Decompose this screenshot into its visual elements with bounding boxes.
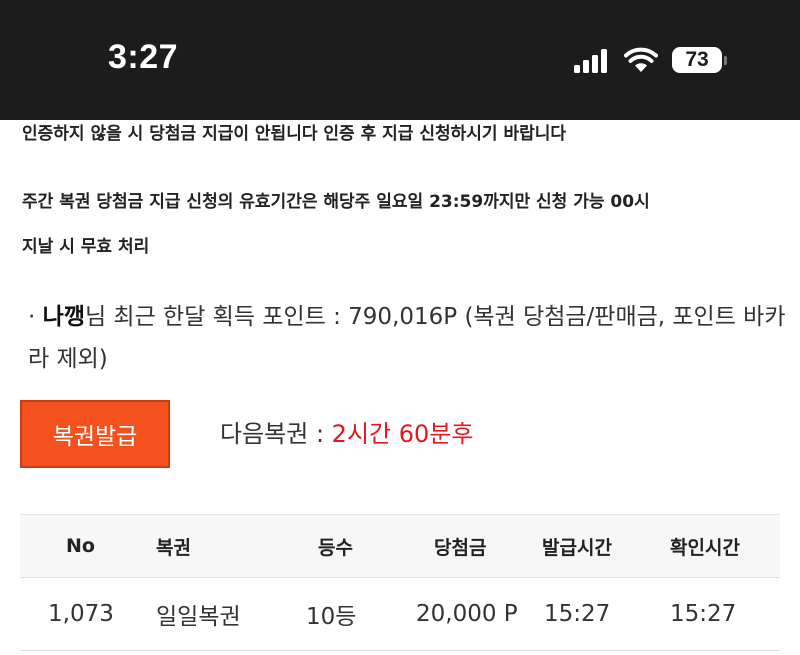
points-text: 님 최근 한달 획득 포인트 : 790,016P (복권 당첨금/판매금, 포… <box>28 304 786 372</box>
cell-issue-time: 15:27 <box>544 601 611 627</box>
notice-line-2: 주간 복권 당첨금 지급 신청의 유효기간은 해당주 일요일 23:59까지만 … <box>22 192 650 212</box>
status-bar: 3:27 73 <box>0 0 800 120</box>
next-lottery-time: 2시간 60분후 <box>331 420 474 448</box>
nickname: 나깽 <box>42 304 85 330</box>
cell-prize: 20,000 P <box>416 601 518 627</box>
cell-check-time: 15:27 <box>670 601 737 627</box>
lottery-table: No 복권 등수 당첨금 발급시간 확인시간 1,073 일일복권 10등 20… <box>20 514 780 651</box>
header-no: No <box>66 535 95 557</box>
wifi-icon <box>624 47 658 72</box>
bullet: · <box>28 304 36 330</box>
next-lottery-info: 다음복권 : 2시간 60분후 <box>220 414 473 449</box>
status-indicators: 73 <box>574 44 727 76</box>
cell-no: 1,073 <box>48 601 114 627</box>
notice-line-1: 인증하지 않을 시 당첨금 지급이 안됩니다 인증 후 지급 신청하시기 바랍니… <box>22 124 567 144</box>
status-time: 3:27 <box>108 38 179 76</box>
points-summary: · 나깽님 최근 한달 획득 포인트 : 790,016P (복권 당첨금/판매… <box>28 296 788 380</box>
cellular-signal-icon <box>574 47 610 73</box>
battery-icon: 73 <box>672 47 727 73</box>
header-lottery: 복권 <box>156 536 191 559</box>
table-header: No 복권 등수 당첨금 발급시간 확인시간 <box>20 514 780 578</box>
header-rank: 등수 <box>318 536 353 559</box>
issue-lottery-button[interactable]: 복권발급 <box>20 400 170 468</box>
header-prize: 당첨금 <box>434 536 487 559</box>
next-lottery-label: 다음복권 : <box>220 420 332 448</box>
cell-lottery: 일일복권 <box>156 604 241 630</box>
header-check-time: 확인시간 <box>670 536 740 559</box>
header-issue-time: 발급시간 <box>542 536 612 559</box>
cell-rank: 10등 <box>306 604 357 630</box>
notice-line-3: 지날 시 무효 처리 <box>22 237 150 257</box>
battery-level: 73 <box>672 47 722 73</box>
table-row: 1,073 일일복권 10등 20,000 P 15:27 15:27 <box>20 578 780 651</box>
